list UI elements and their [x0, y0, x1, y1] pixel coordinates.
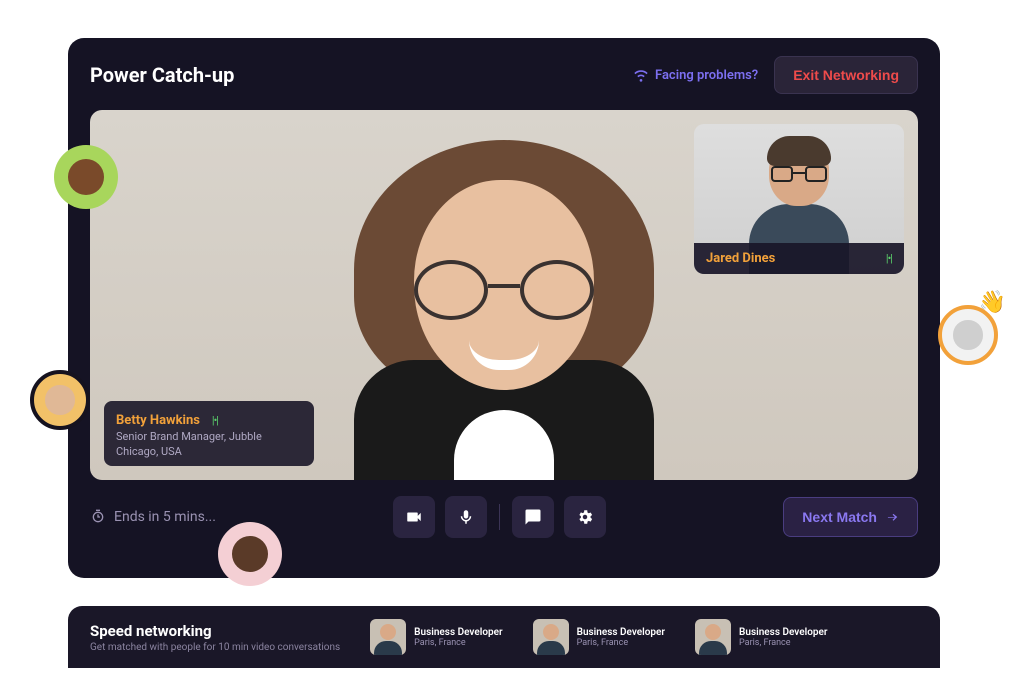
networking-window: Power Catch-up Facing problems? Exit Net…	[68, 38, 940, 578]
pip-video[interactable]: Jared Dines |•|	[694, 124, 904, 274]
facing-problems-link[interactable]: Facing problems?	[633, 67, 758, 83]
match-location: Paris, France	[414, 638, 502, 648]
floating-avatar	[218, 522, 282, 586]
main-speaker-illustration	[274, 110, 734, 480]
camera-icon	[405, 508, 423, 526]
strip-heading: Speed networking Get matched with people…	[90, 622, 340, 653]
match-role: Business Developer	[739, 627, 827, 638]
next-match-label: Next Match	[802, 509, 877, 525]
exit-networking-button[interactable]: Exit Networking	[774, 56, 918, 94]
match-location: Paris, France	[739, 638, 827, 648]
avatar	[533, 619, 569, 655]
timer-label: Ends in 5 mins...	[114, 509, 216, 525]
call-controls	[393, 496, 606, 538]
gear-icon	[576, 508, 594, 526]
main-speaker-name: Betty Hawkins	[116, 413, 200, 428]
match-card[interactable]: Business Developer Paris, France	[533, 619, 665, 655]
match-card[interactable]: Business Developer Paris, France	[695, 619, 827, 655]
pip-speaker-name: Jared Dines	[706, 251, 775, 266]
main-speaker-overlay: Betty Hawkins |•| Senior Brand Manager, …	[104, 401, 314, 466]
match-location: Paris, France	[577, 638, 665, 648]
camera-toggle-button[interactable]	[393, 496, 435, 538]
avatar	[370, 619, 406, 655]
window-header: Power Catch-up Facing problems? Exit Net…	[90, 56, 918, 94]
match-role: Business Developer	[577, 627, 665, 638]
header-actions: Facing problems? Exit Networking	[633, 56, 918, 94]
chat-button[interactable]	[512, 496, 554, 538]
floating-avatar	[30, 370, 90, 430]
main-speaker-title: Senior Brand Manager, Jubble	[116, 430, 302, 443]
call-timer: Ends in 5 mins...	[90, 509, 216, 525]
wifi-icon	[633, 67, 649, 83]
mic-toggle-button[interactable]	[445, 496, 487, 538]
settings-button[interactable]	[564, 496, 606, 538]
match-role: Business Developer	[414, 627, 502, 638]
main-speaker-location: Chicago, USA	[116, 445, 302, 458]
arrow-right-icon	[885, 510, 899, 524]
call-footer: Ends in 5 mins... Next Match	[90, 496, 918, 538]
page-title: Power Catch-up	[90, 63, 234, 87]
strip-subtitle: Get matched with people for 10 min video…	[90, 642, 340, 653]
facing-problems-label: Facing problems?	[655, 68, 758, 83]
stopwatch-icon	[90, 509, 106, 525]
speed-networking-strip: Speed networking Get matched with people…	[68, 606, 940, 668]
next-match-button[interactable]: Next Match	[783, 497, 918, 537]
controls-divider	[499, 504, 500, 530]
wave-emoji-icon: 👋	[979, 290, 1006, 315]
strip-title: Speed networking	[90, 622, 340, 640]
chat-icon	[524, 508, 542, 526]
microphone-icon	[457, 508, 475, 526]
avatar	[695, 619, 731, 655]
match-card[interactable]: Business Developer Paris, France	[370, 619, 502, 655]
speaking-indicator-icon: |•|	[886, 252, 892, 265]
speaking-indicator-icon: |•|	[212, 414, 218, 427]
pip-name-bar: Jared Dines |•|	[694, 243, 904, 274]
main-video: Betty Hawkins |•| Senior Brand Manager, …	[90, 110, 918, 480]
floating-avatar	[54, 145, 118, 209]
